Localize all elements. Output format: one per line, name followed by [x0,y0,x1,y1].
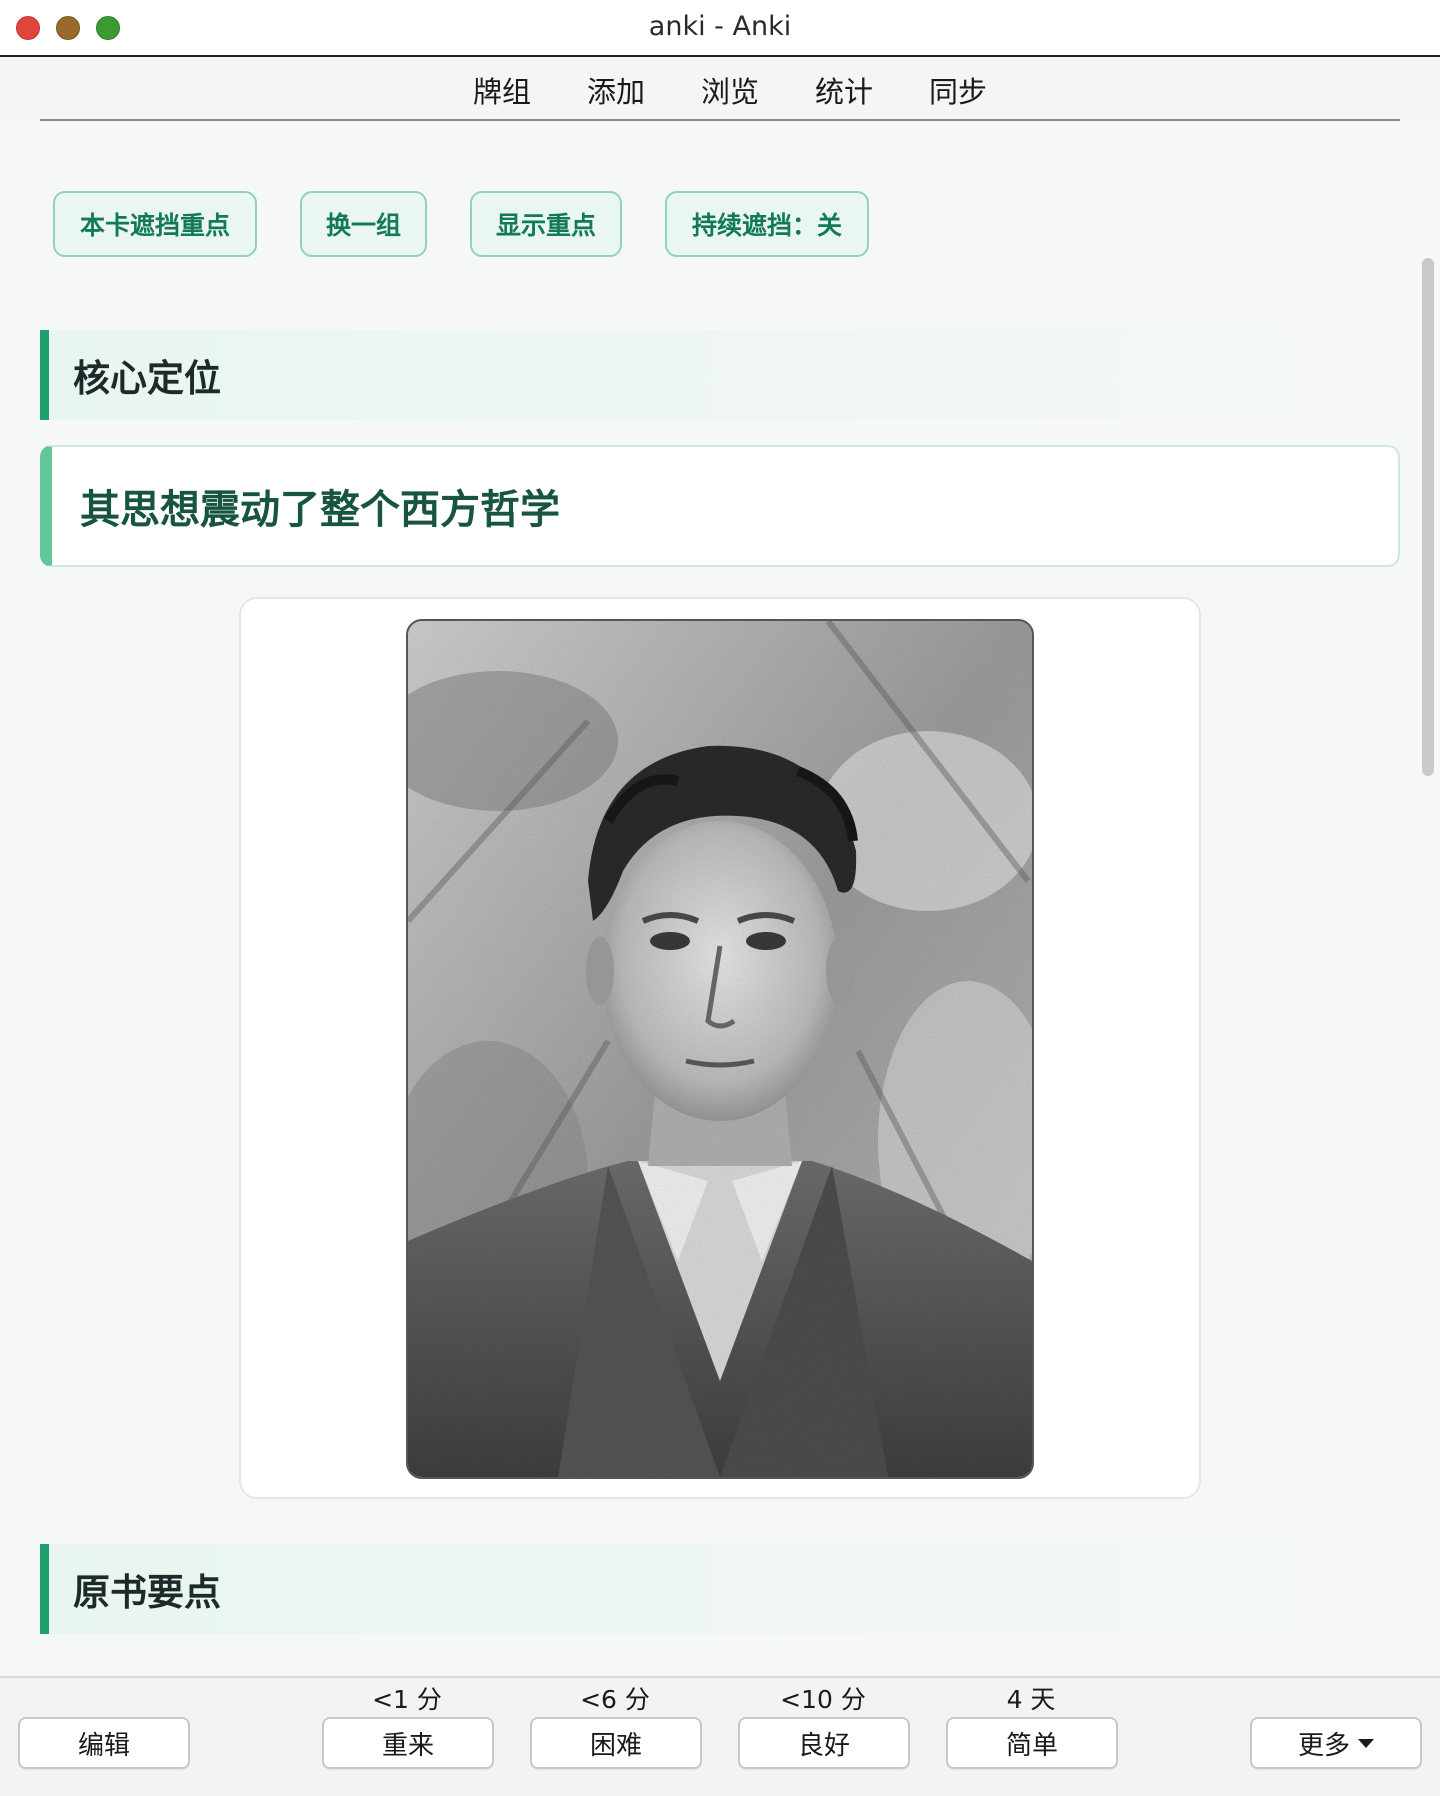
toolbar-divider [40,119,1400,121]
chevron-down-icon [1358,1738,1374,1748]
toolbar-browse-link[interactable]: 浏览 [701,69,759,111]
top-toolbar: 牌组 添加 浏览 统计 同步 [0,57,1440,119]
toolbar-stats-link[interactable]: 统计 [815,69,873,111]
review-bottom-bar [0,1676,1440,1796]
title-bar: anki - Anki [0,0,1440,57]
window-title: anki - Anki [648,11,792,42]
cloze-action-row: 本卡遮挡重点 换一组 显示重点 持续遮挡：关 [53,191,869,257]
toolbar-sync-link[interactable]: 同步 [929,69,987,111]
hard-button[interactable]: 困难 [530,1717,702,1769]
more-button-label: 更多 [1297,1730,1350,1761]
good-interval: <10 分 [780,1685,866,1714]
highlight-card: 其思想震动了整个西方哲学 [40,445,1400,567]
show-highlights-button[interactable]: 显示重点 [470,191,622,257]
portrait-photo [406,619,1034,1479]
mask-this-card-button[interactable]: 本卡遮挡重点 [53,191,257,257]
anki-window: anki - Anki 牌组 添加 浏览 统计 同步 本卡遮挡重点 换一组 显示… [0,0,1440,1796]
more-button[interactable]: 更多 [1250,1717,1422,1769]
section-header-core: 核心定位 [40,330,1400,420]
toolbar-decks-link[interactable]: 牌组 [473,69,531,111]
easy-button[interactable]: 简单 [946,1717,1118,1769]
vertical-scrollbar[interactable] [1422,258,1434,776]
again-interval: <1 分 [372,1685,442,1714]
hard-interval: <6 分 [580,1685,650,1714]
top-toolbar-items: 牌组 添加 浏览 统计 同步 [0,69,1440,111]
again-button[interactable]: 重来 [322,1717,494,1769]
edit-button[interactable]: 编辑 [18,1717,190,1769]
persistent-mask-toggle[interactable]: 持续遮挡：关 [665,191,869,257]
good-button[interactable]: 良好 [738,1717,910,1769]
easy-interval: 4 天 [1006,1685,1056,1714]
switch-group-button[interactable]: 换一组 [300,191,427,257]
portrait-illustration [408,621,1032,1477]
section-header-key-points: 原书要点 [40,1544,1400,1634]
toolbar-add-link[interactable]: 添加 [587,69,645,111]
